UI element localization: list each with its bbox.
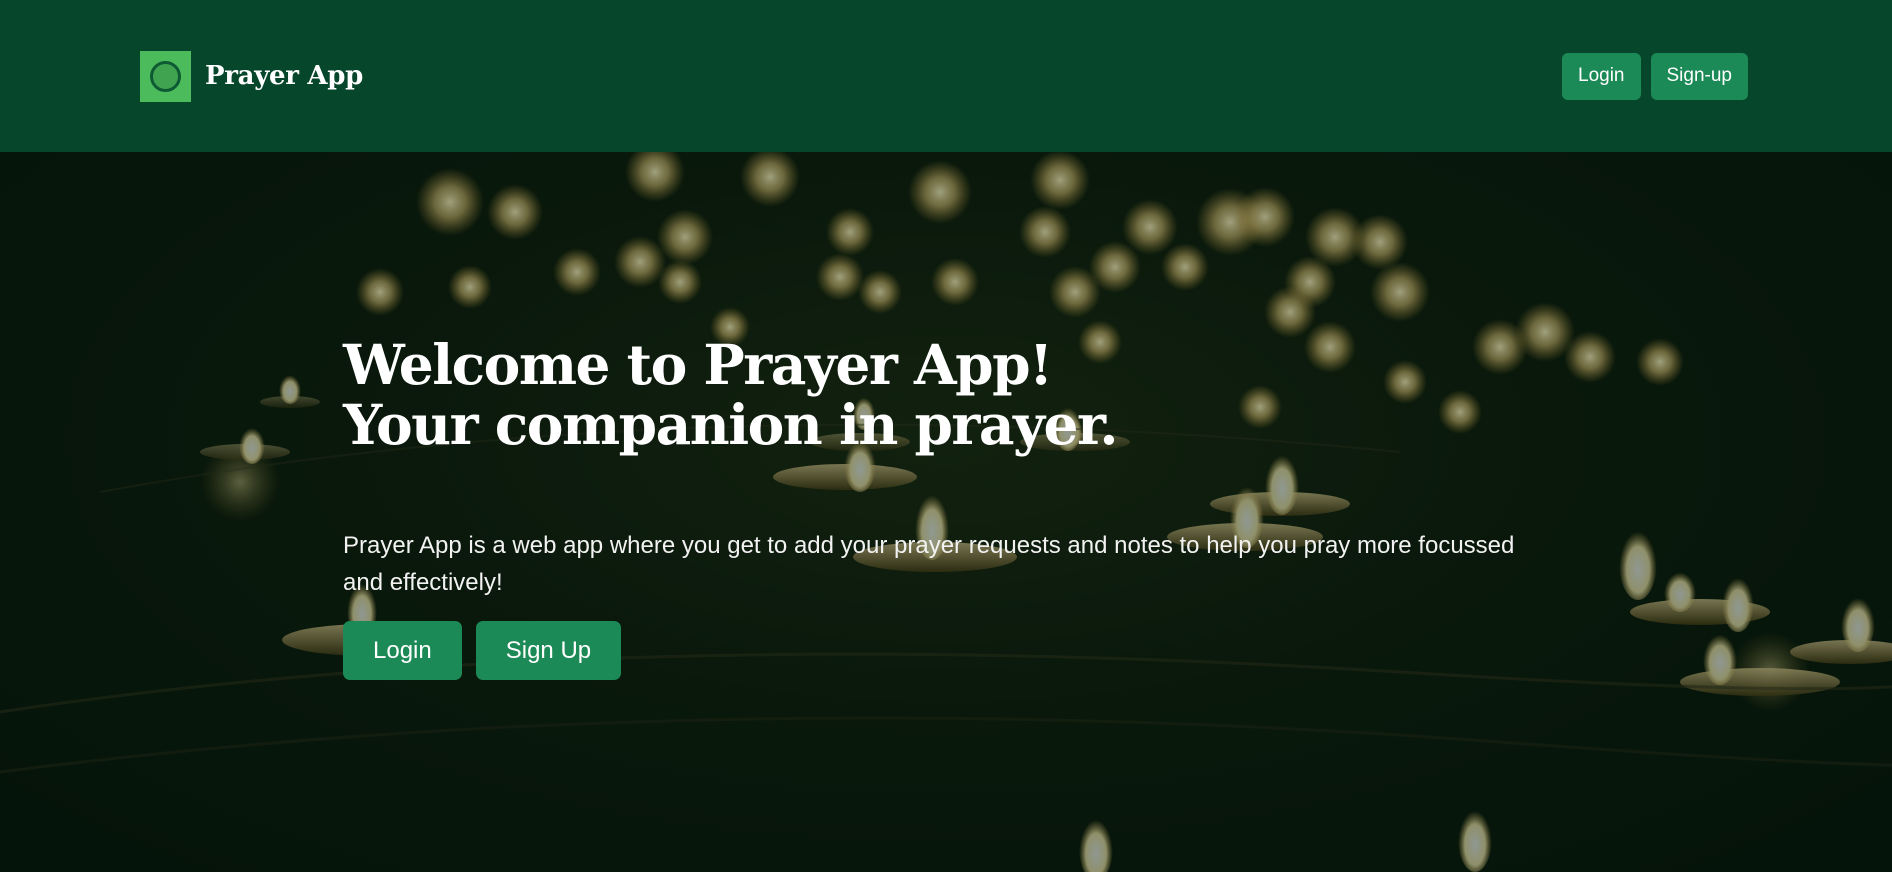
hero-login-button[interactable]: Login (343, 621, 462, 680)
hero-description: Prayer App is a web app where you get to… (343, 532, 1515, 596)
hero-title-line2: Your companion in prayer. (343, 392, 1119, 457)
hero-title-line1: Welcome to Prayer App! (343, 332, 1053, 397)
hero-title: Welcome to Prayer App! Your companion in… (343, 335, 1543, 455)
nav-signup-button[interactable]: Sign-up (1650, 52, 1748, 100)
circle-logo-icon (140, 50, 191, 102)
hero-section: Welcome to Prayer App! Your companion in… (0, 152, 1892, 872)
brand-name: Prayer App (205, 61, 364, 91)
hero-content: Welcome to Prayer App! Your companion in… (343, 335, 1543, 680)
nav-buttons: Login Sign-up (1562, 52, 1748, 100)
brand-link[interactable]: Prayer App (140, 50, 364, 102)
logo-ring (150, 60, 181, 92)
navbar: Prayer App Login Sign-up (0, 0, 1892, 152)
hero-buttons: Login Sign Up (343, 621, 1543, 680)
nav-login-button[interactable]: Login (1562, 52, 1641, 100)
hero-signup-button[interactable]: Sign Up (475, 621, 622, 680)
